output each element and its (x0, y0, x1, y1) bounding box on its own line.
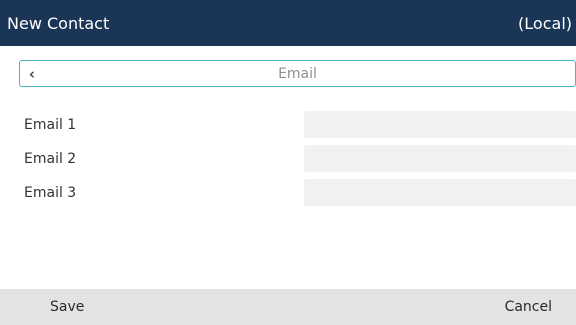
section-navigator[interactable]: ‹ Email (19, 60, 576, 87)
email-3-label: Email 3 (24, 184, 77, 201)
cancel-button[interactable]: Cancel (505, 289, 552, 325)
title-bar: New Contact (Local) (0, 0, 576, 46)
softkey-bar: Save Cancel (0, 289, 576, 325)
email-3-input[interactable] (304, 179, 576, 206)
email-2-row: Email 2 (0, 145, 576, 172)
email-2-label: Email 2 (24, 150, 77, 167)
save-button[interactable]: Save (50, 289, 84, 325)
directory-location: (Local) (518, 13, 572, 33)
email-2-input[interactable] (304, 145, 576, 172)
email-1-row: Email 1 (0, 111, 576, 138)
section-title: Email (278, 65, 317, 82)
email-1-label: Email 1 (24, 116, 77, 133)
email-3-row: Email 3 (0, 179, 576, 206)
email-1-input[interactable] (304, 111, 576, 138)
page-title: New Contact (7, 13, 110, 33)
